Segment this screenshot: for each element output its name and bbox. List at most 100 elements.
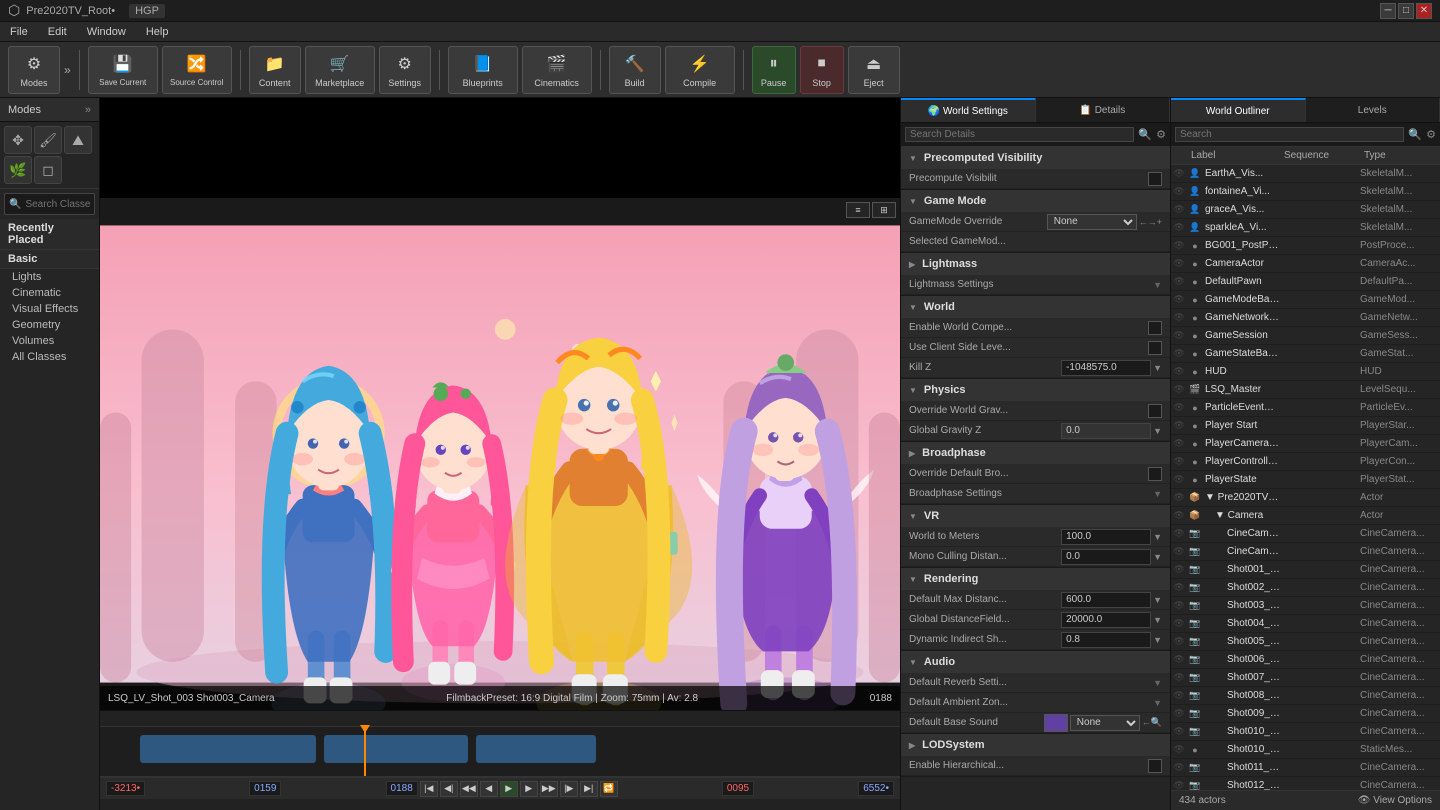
visibility-icon[interactable]: 👁 [1171, 564, 1187, 575]
timeline-scrubber[interactable] [364, 727, 366, 776]
visibility-icon[interactable]: 👁 [1171, 546, 1187, 557]
visibility-icon[interactable]: 👁 [1171, 312, 1187, 323]
lod-header[interactable]: ▶ LODSystem [901, 734, 1170, 756]
build-button[interactable]: 🔨 Build [609, 46, 661, 94]
all-classes-item[interactable]: All Classes [0, 349, 99, 365]
table-row[interactable]: 👁📦▼ CameraActor [1171, 507, 1440, 525]
tab-world-settings[interactable]: 🌍 World Settings [901, 98, 1036, 122]
table-row[interactable]: 👁●Shot010_C...StaticMes... [1171, 741, 1440, 759]
table-row[interactable]: 👁📷Shot003_C...CineCamera... [1171, 597, 1440, 615]
client-side-checkbox[interactable] [1148, 341, 1162, 355]
visibility-icon[interactable]: 👁 [1171, 690, 1187, 701]
table-row[interactable]: 👁📷CineCamer...CineCamera... [1171, 543, 1440, 561]
maximize-button[interactable]: □ [1398, 3, 1414, 19]
visibility-icon[interactable]: 👁 [1171, 708, 1187, 719]
recently-placed-section[interactable]: Recently Placed [0, 219, 99, 250]
rendering-header[interactable]: ▼ Rendering [901, 568, 1170, 590]
menu-edit[interactable]: Edit [44, 25, 71, 39]
table-row[interactable]: 👁📷Shot006_C...CineCamera... [1171, 651, 1440, 669]
close-button[interactable]: ✕ [1416, 3, 1432, 19]
visibility-icon[interactable]: 👁 [1171, 438, 1187, 449]
visibility-icon[interactable]: 👁 [1171, 276, 1187, 287]
mono-culling-input[interactable] [1061, 549, 1151, 565]
killz-input[interactable] [1061, 360, 1151, 376]
vr-header[interactable]: ▼ VR [901, 505, 1170, 527]
broadphase-header[interactable]: ▶ Broadphase [901, 442, 1170, 464]
table-row[interactable]: 👁●PlayerControlle...PlayerCon... [1171, 453, 1440, 471]
mode-select[interactable]: ✥ [4, 126, 32, 154]
table-row[interactable]: 👁📷Shot004_C...CineCamera... [1171, 615, 1440, 633]
visibility-icon[interactable]: 👁 [1171, 528, 1187, 539]
table-row[interactable]: 👁📷Shot009_C...CineCamera... [1171, 705, 1440, 723]
outliner-search-input[interactable] [1175, 127, 1404, 142]
physics-header[interactable]: ▼ Physics [901, 379, 1170, 401]
geometry-item[interactable]: Geometry [0, 317, 99, 333]
visibility-icon[interactable]: 👁 [1171, 240, 1187, 251]
table-row[interactable]: 👁●GameNetworkM...GameNetw... [1171, 309, 1440, 327]
cinematics-button[interactable]: 🎬 Cinematics [522, 46, 592, 94]
modes-button[interactable]: ⚙ Modes [8, 46, 60, 94]
visibility-icon[interactable]: 👁 [1171, 726, 1187, 737]
marketplace-button[interactable]: 🛒 Marketplace [305, 46, 375, 94]
prev-button[interactable]: ◀ [480, 781, 498, 797]
visibility-icon[interactable]: 👁 [1171, 492, 1187, 503]
visibility-icon[interactable]: 👁 [1171, 654, 1187, 665]
next-frame-button[interactable]: ▶▶ [540, 781, 558, 797]
table-row[interactable]: 👁●Player StartPlayerStar... [1171, 417, 1440, 435]
lightmass-header[interactable]: ▶ Lightmass [901, 253, 1170, 275]
loop-button[interactable]: 🔁 [600, 781, 618, 797]
table-row[interactable]: 👁📷Shot012_C...CineCamera... [1171, 777, 1440, 790]
table-row[interactable]: 👁●CameraActorCameraAc... [1171, 255, 1440, 273]
play-button[interactable]: ▶ [500, 781, 518, 797]
mode-foliage[interactable]: 🌿 [4, 156, 32, 184]
audio-header[interactable]: ▼ Audio [901, 651, 1170, 673]
mode-paint[interactable]: 🖌 [34, 126, 62, 154]
content-button[interactable]: 📁 Content [249, 46, 301, 94]
visibility-icon[interactable]: 👁 [1171, 744, 1187, 755]
viewport-main[interactable]: ≡ ⊞ LSQ_LV_Shot_003 Shot003_Camera Filmb… [100, 198, 900, 710]
right-panel-scroll[interactable]: ▼ Precomputed Visibility Precompute Visi… [901, 147, 1170, 810]
visual-effects-item[interactable]: Visual Effects [0, 301, 99, 317]
visibility-icon[interactable]: 👁 [1171, 222, 1187, 233]
tab-levels[interactable]: Levels [1306, 98, 1440, 122]
table-row[interactable]: 👁📷Shot008_C...CineCamera... [1171, 687, 1440, 705]
gamemode-header[interactable]: ▼ Game Mode [901, 190, 1170, 212]
save-current-button[interactable]: 💾 Save Current [88, 46, 158, 94]
search-classes-input[interactable] [25, 199, 90, 210]
viewport-layout-button[interactable]: ⊞ [872, 202, 896, 218]
timeline-current-left[interactable]: 0159 [249, 781, 281, 796]
blueprints-button[interactable]: 📘 Blueprints [448, 46, 518, 94]
table-row[interactable]: 👁👤graceA_Vis...SkeletalM... [1171, 201, 1440, 219]
default-base-sound-select[interactable]: None [1070, 715, 1140, 731]
next-key-button[interactable]: |▶ [560, 781, 578, 797]
volumes-item[interactable]: Volumes [0, 333, 99, 349]
tab-details[interactable]: 📋 Details [1036, 98, 1171, 122]
viewport-menu-button[interactable]: ≡ [846, 202, 870, 218]
table-row[interactable]: 👁📷Shot001_C...CineCamera... [1171, 561, 1440, 579]
outliner-options-icon[interactable]: ⚙ [1426, 128, 1436, 141]
world-header[interactable]: ▼ World [901, 296, 1170, 318]
minimize-button[interactable]: ─ [1380, 3, 1396, 19]
settings-button[interactable]: ⚙ Settings [379, 46, 431, 94]
pause-button[interactable]: ⏸ Pause [752, 46, 796, 94]
lights-item[interactable]: Lights [0, 269, 99, 285]
precomputed-header[interactable]: ▼ Precomputed Visibility [901, 147, 1170, 169]
enable-hierarchical-checkbox[interactable] [1148, 759, 1162, 773]
visibility-icon[interactable]: 👁 [1171, 474, 1187, 485]
global-df-input[interactable] [1061, 612, 1151, 628]
compile-button[interactable]: ⚡ Compile [665, 46, 735, 94]
visibility-icon[interactable]: 👁 [1171, 186, 1187, 197]
table-row[interactable]: 👁📷CineCamer...CineCamera... [1171, 525, 1440, 543]
visibility-icon[interactable]: 👁 [1171, 168, 1187, 179]
table-row[interactable]: 👁👤sparkleA_Vi...SkeletalM... [1171, 219, 1440, 237]
table-row[interactable]: 👁📦▼ Pre2020TV_Sce...Actor [1171, 489, 1440, 507]
visibility-icon[interactable]: 👁 [1171, 582, 1187, 593]
visibility-icon[interactable]: 👁 [1171, 636, 1187, 647]
outliner-scroll[interactable]: 👁👤EarthA_Vis...SkeletalM...👁👤fontaineA_V… [1171, 165, 1440, 790]
view-options[interactable]: 👁 View Options [1358, 795, 1432, 806]
prev-frame-button[interactable]: ◀◀ [460, 781, 478, 797]
visibility-icon[interactable]: 👁 [1171, 510, 1187, 521]
override-gravity-checkbox[interactable] [1148, 404, 1162, 418]
table-row[interactable]: 👁📷Shot005_C...CineCamera... [1171, 633, 1440, 651]
visibility-icon[interactable]: 👁 [1171, 600, 1187, 611]
